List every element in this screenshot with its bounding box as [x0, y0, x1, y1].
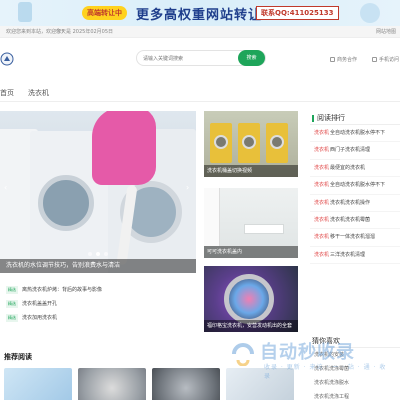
business-link[interactable]: 商务合作: [330, 56, 357, 63]
article-card[interactable]: 洗衣机桶盖切换视频: [204, 111, 298, 177]
washer-image: [210, 123, 232, 163]
ranking-item[interactable]: 洗衣机洗衣机洗衣机霉菌: [310, 212, 400, 230]
sitemap-link[interactable]: 网站地图: [376, 26, 396, 38]
recommended-section: 推荐阅读: [0, 340, 300, 400]
ranking-item[interactable]: 洗衣机洗衣机洗衣机操作: [310, 195, 400, 212]
recommended-thumb[interactable]: [78, 368, 146, 400]
banner-decoration: [18, 2, 32, 22]
list-item-text: 洗衣机盖盖开孔: [22, 301, 58, 307]
list-item-text: 离热洗衣机炉烤：背后的故事与影像: [22, 287, 103, 293]
washer-door: [224, 274, 274, 324]
article-caption: 洗衣机桶盖切换视频: [204, 165, 298, 177]
article-card[interactable]: 可可洗衣机盖内: [204, 188, 298, 258]
washer-image: [238, 123, 260, 163]
prev-arrow-icon[interactable]: ‹: [4, 183, 7, 192]
next-arrow-icon[interactable]: ›: [186, 183, 189, 192]
washer-image: [266, 123, 288, 163]
top-banner[interactable]: 高端转让中 更多高权重网站转让 联系QQ:411025133: [0, 0, 400, 26]
nav-item-washer[interactable]: 洗衣机: [28, 88, 49, 98]
guess-item[interactable]: 洗衣机洗涤霉菌: [310, 362, 400, 376]
banner-headline: 更多高权重网站转让: [136, 8, 263, 23]
hero-caption[interactable]: 洗衣机的水位调节技巧，告别浪费水与清洁: [0, 259, 196, 273]
banner-contact: 联系QQ:411025133: [256, 6, 339, 20]
slider-dot[interactable]: [88, 252, 92, 256]
list-item-tag: 精选: [6, 285, 18, 294]
guess-item[interactable]: 洗衣机的安装: [310, 348, 400, 362]
list-item[interactable]: 精选 洗衣加用洗衣机: [0, 311, 196, 325]
phone-icon: [372, 57, 377, 62]
search-box: 搜索: [136, 50, 266, 66]
banner-badge: 高端转让中: [82, 6, 127, 20]
list-item[interactable]: 精选 洗衣机盖盖开孔: [0, 297, 196, 311]
recommended-thumb[interactable]: [226, 368, 294, 400]
mobile-link[interactable]: 手机访问: [372, 56, 399, 63]
recommended-thumb[interactable]: [4, 368, 72, 400]
sidebar-title: 猜你喜欢: [310, 334, 400, 348]
ranking-item[interactable]: 洗衣机全自动洗衣机脱水停不下: [310, 177, 400, 195]
search-input[interactable]: [143, 54, 233, 63]
notice-bar: 欢迎您来到本站，欢迎您！ 今天是 2025年02月05日 网站地图: [0, 26, 400, 38]
ranking-sidebar: 阅读排行 洗衣机全自动洗衣机脱水停不下 洗衣机西门子洗衣机清理 洗衣机最便宜的洗…: [310, 111, 400, 265]
hero-slider[interactable]: ‹ › 洗衣机的水位调节技巧，告别浪费水与清洁: [0, 111, 196, 273]
recommended-thumb[interactable]: [152, 368, 220, 400]
slider-dot[interactable]: [104, 252, 108, 256]
list-item-tag: 精选: [6, 299, 18, 308]
article-card[interactable]: 福印格宝洗衣机，安营发动机出的全套: [204, 266, 298, 332]
guess-item[interactable]: 洗衣机洗涤工程: [310, 390, 400, 400]
list-item[interactable]: 精选 离热洗衣机炉烤：背后的故事与影像: [0, 283, 196, 297]
guess-sidebar: 猜你喜欢 洗衣机的安装 洗衣机洗涤霉菌 洗衣机洗涤脱水 洗衣机洗涤工程: [310, 334, 400, 400]
nav-item-home[interactable]: 首页: [0, 88, 14, 98]
main-nav: 首页 洗衣机: [0, 84, 400, 102]
hero-list: 精选 离热洗衣机炉烤：背后的故事与影像 精选 洗衣机盖盖开孔 精选 洗衣加用洗衣机: [0, 283, 196, 325]
washer-door: [38, 175, 94, 231]
article-caption: 福印格宝洗衣机，安营发动机出的全套: [204, 320, 298, 332]
section-title: 推荐阅读: [4, 353, 32, 361]
date-text: 今天是 2025年02月05日: [56, 29, 114, 35]
guess-item[interactable]: 洗衣机洗涤脱水: [310, 376, 400, 390]
site-logo-icon[interactable]: [0, 52, 14, 66]
sidebar-title: 阅读排行: [310, 111, 400, 125]
ranking-item[interactable]: 洗衣机西门子洗衣机清理: [310, 142, 400, 160]
ranking-item[interactable]: 洗衣机全自动洗衣机脱水停不下: [310, 125, 400, 143]
washer-image: [204, 188, 220, 246]
ranking-item[interactable]: 洗衣机三洋洗衣机清理: [310, 247, 400, 265]
slider-dot-active[interactable]: [96, 252, 100, 256]
person-figure: [92, 111, 156, 185]
list-item-text: 洗衣加用洗衣机: [22, 315, 58, 321]
banner-decoration: [360, 3, 380, 23]
ranking-item[interactable]: 洗衣机移干一体洗衣机溜溜: [310, 229, 400, 247]
ranking-item[interactable]: 洗衣机最便宜的洗衣机: [310, 160, 400, 178]
handshake-icon: [330, 57, 335, 62]
search-button[interactable]: 搜索: [238, 50, 265, 66]
article-caption: 可可洗衣机盖内: [204, 246, 298, 258]
sink-image: [244, 224, 284, 234]
list-item-tag: 精选: [6, 313, 18, 322]
